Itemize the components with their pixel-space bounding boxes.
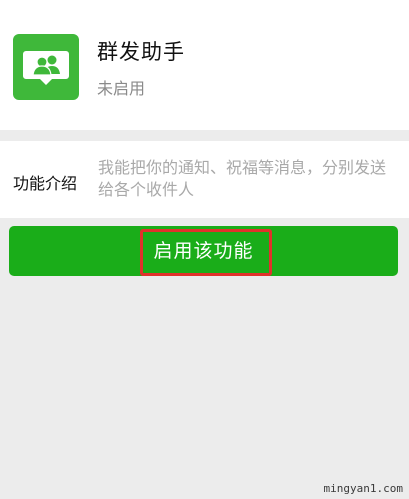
watermark: mingyan1.com <box>323 482 403 495</box>
app-header-card: 群发助手 未启用 <box>0 0 409 130</box>
intro-text: 我能把你的通知、祝福等消息，分别发送给各个收件人 <box>98 158 387 199</box>
enable-feature-label: 启用该功能 <box>153 240 254 262</box>
group-people-icon <box>13 34 79 100</box>
intro-card: 功能介绍 我能把你的通知、祝福等消息，分别发送给各个收件人 <box>0 141 409 218</box>
app-status: 未启用 <box>97 79 146 98</box>
app-name: 群发助手 <box>97 40 185 64</box>
enable-feature-button[interactable]: 启用该功能 <box>9 226 398 276</box>
intro-label: 功能介绍 <box>13 174 78 193</box>
section-divider <box>0 130 409 141</box>
